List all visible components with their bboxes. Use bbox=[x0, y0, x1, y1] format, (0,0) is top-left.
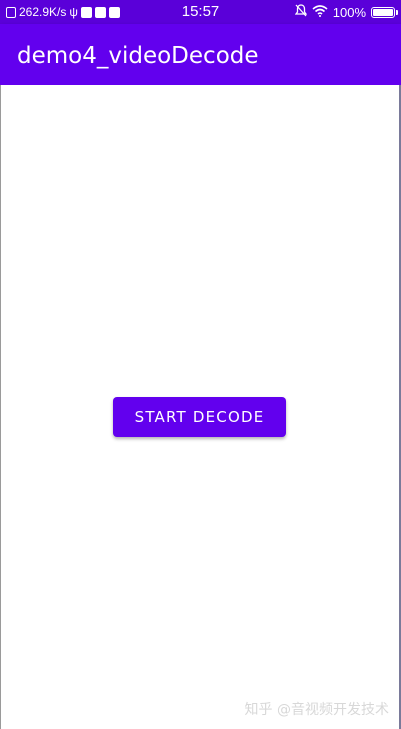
usb-icon: ψ bbox=[69, 5, 78, 19]
app-screen: 262.9K/s ψ 15:57 100% demo4_videoDecode … bbox=[0, 0, 401, 729]
battery-level bbox=[373, 8, 393, 16]
status-time: 15:57 bbox=[181, 3, 220, 20]
watermark: 知乎 @音视频开发技术 bbox=[244, 702, 389, 718]
battery-percent: 100% bbox=[332, 4, 366, 20]
notification-icon bbox=[80, 6, 92, 18]
app-bar: demo4_videoDecode bbox=[0, 24, 401, 85]
status-right-group: 100% bbox=[294, 4, 398, 20]
start-decode-button[interactable]: START DECODE bbox=[113, 397, 286, 437]
left-edge bbox=[0, 85, 1, 729]
network-speed: 262.9K/s bbox=[19, 5, 67, 19]
download-icon bbox=[108, 6, 120, 18]
status-bar: 262.9K/s ψ 15:57 100% bbox=[0, 0, 401, 24]
mute-icon bbox=[294, 4, 308, 20]
sim-icon bbox=[6, 6, 16, 18]
wifi-icon bbox=[312, 4, 328, 20]
battery-icon bbox=[371, 6, 398, 18]
mail-icon bbox=[94, 6, 106, 18]
app-title: demo4_videoDecode bbox=[17, 43, 259, 69]
status-left-group: 262.9K/s ψ bbox=[6, 4, 120, 20]
